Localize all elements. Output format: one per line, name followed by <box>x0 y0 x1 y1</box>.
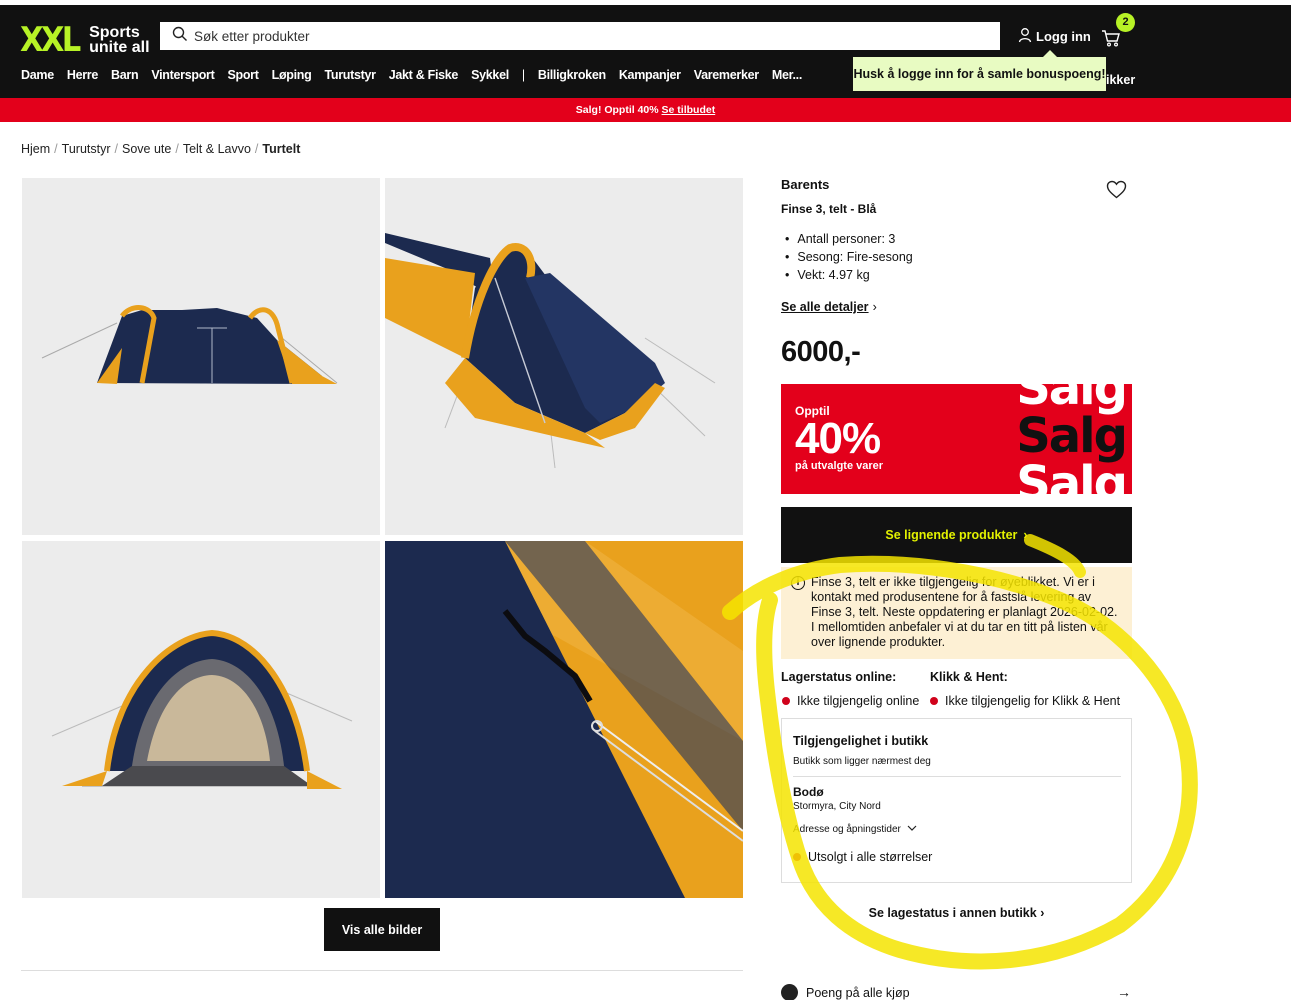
breadcrumb: Hjem / Turutstyr / Sove ute / Telt & Lavvo / Tur… <box>21 142 300 156</box>
info-icon: i <box>791 576 805 590</box>
chevron-right-icon: › <box>1023 528 1028 542</box>
login-label: Logg inn <box>1036 29 1091 44</box>
breadcrumb-separator: / <box>54 142 58 156</box>
cart-count-badge: 2 <box>1116 13 1135 32</box>
promo-text: Salg! Opptil 40% <box>575 104 659 116</box>
product-image-1[interactable] <box>22 178 380 535</box>
product-image-2[interactable] <box>385 178 743 535</box>
status-dot <box>930 697 938 705</box>
breadcrumb-link[interactable]: Sove ute <box>122 142 171 156</box>
sale-word: Salg <box>1016 408 1128 464</box>
cart-icon[interactable] <box>1100 27 1122 49</box>
xxl-logo[interactable]: XXL Sports unite all <box>20 23 150 57</box>
similar-button-label: Se lignende produkter <box>885 528 1018 542</box>
nav-item[interactable]: Kampanjer <box>619 68 681 82</box>
status-dot <box>782 697 790 705</box>
breadcrumb-link[interactable]: Telt & Lavvo <box>183 142 251 156</box>
heart-icon[interactable] <box>1106 180 1127 204</box>
login-button[interactable]: Logg inn <box>1018 27 1091 46</box>
product-specs: Antall personer: 3 Sesong: Fire-sesong V… <box>781 230 913 284</box>
nav-item[interactable]: Jakt & Fiske <box>389 68 459 82</box>
breadcrumb-separator: / <box>254 142 259 156</box>
nav-item[interactable]: Vintersport <box>151 68 214 82</box>
nav-item[interactable]: Sport <box>227 68 258 82</box>
divider <box>21 970 743 971</box>
search-bar[interactable] <box>160 22 1000 50</box>
spec-item: Sesong: Fire-sesong <box>781 248 912 266</box>
nav-item[interactable]: Billigkroken <box>538 68 606 82</box>
online-stock-label: Lagerstatus online: <box>781 670 897 684</box>
chevron-right-icon: › <box>1040 906 1045 920</box>
nav-item[interactable]: Turutstyr <box>324 68 376 82</box>
nav-item[interactable]: Dame <box>21 68 54 82</box>
promo-bar: Salg! Opptil 40% Se tilbudet <box>0 98 1291 122</box>
show-all-images-button[interactable]: Vis alle bilder <box>324 908 440 951</box>
notice-text: Finse 3, telt er ikke tilgjengelig for ø… <box>811 575 1118 649</box>
arrow-right-icon[interactable]: → <box>1117 984 1131 1000</box>
points-row[interactable]: Poeng på alle kjøp <box>781 984 910 1000</box>
logo-tagline: Sports unite all <box>89 24 150 56</box>
nav-item[interactable]: Løping <box>272 68 312 82</box>
online-stock-value: Ikke tilgjengelig online <box>797 694 920 708</box>
other-store-label: Se lagestatus i annen butikk <box>868 906 1037 920</box>
user-icon <box>1018 27 1032 46</box>
chevron-down-icon <box>901 824 917 835</box>
spec-item: Vekt: 4.97 kg <box>781 266 913 284</box>
points-label: Poeng på alle kjøp <box>806 985 910 1000</box>
chevron-right-icon: › <box>872 300 877 314</box>
sale-banner-text: Opptil 40% på utvalgte varer <box>795 404 883 472</box>
breadcrumb-current: Turtelt <box>262 142 301 156</box>
product-image-4[interactable] <box>385 541 743 898</box>
sale-percent: 40% <box>795 414 881 463</box>
points-icon <box>781 984 798 1000</box>
breadcrumb-link[interactable]: Hjem <box>21 142 50 156</box>
store-stock-status: Utsolgt i alle størrelser <box>793 850 932 864</box>
logo-line-2: unite all <box>89 39 150 56</box>
nav-item[interactable]: Herre <box>67 68 98 82</box>
promo-link[interactable]: Se tilbudet <box>662 104 716 116</box>
logo-mark: XXL <box>20 20 81 60</box>
product-image-3[interactable] <box>22 541 380 898</box>
search-input[interactable] <box>194 28 974 44</box>
store-availability-title: Tilgjengelighet i butikk <box>793 734 929 748</box>
search-icon <box>172 26 188 47</box>
store-stock-text: Utsolgt i alle størrelser <box>808 850 933 864</box>
click-collect-label: Klikk & Hent: <box>930 670 1008 684</box>
store-city: Bodø <box>793 785 824 799</box>
status-dot <box>793 853 801 861</box>
nav-item-truncated[interactable]: ikker <box>1106 73 1135 87</box>
store-hours-toggle[interactable]: Adresse og åpningstider <box>793 824 917 835</box>
click-collect-value: Ikke tilgjengelig for Klikk & Hent <box>945 694 1121 708</box>
breadcrumb-link[interactable]: Turutstyr <box>62 142 111 156</box>
nav-item[interactable]: Mer... <box>772 68 802 82</box>
spec-item: Antall personer: 3 <box>781 230 913 248</box>
product-name: Finse 3, telt - Blå <box>781 202 877 216</box>
breadcrumb-separator: / <box>175 142 179 156</box>
nav-separator: | <box>521 68 525 82</box>
login-reminder-tooltip: Husk å logge inn for å samle bonuspoeng! <box>853 50 1106 91</box>
sale-subtext: på utvalgte varer <box>795 460 884 472</box>
breadcrumb-separator: / <box>114 142 118 156</box>
details-link-label: Se alle detaljer <box>781 300 869 314</box>
store-availability-box: Tilgjengelighet i butikk Butikk som ligg… <box>781 718 1132 883</box>
other-store-stock-link[interactable]: Se lagestatus i annen butikk › <box>781 906 1132 920</box>
see-all-details-link[interactable]: Se alle detaljer › <box>781 300 877 314</box>
nav-item[interactable]: Varemerker <box>694 68 759 82</box>
nav-item[interactable]: Barn <box>111 68 139 82</box>
store-address: Stormyra, City Nord <box>793 801 881 812</box>
sale-word: Salg <box>1016 456 1128 494</box>
sale-banner[interactable]: Opptil 40% på utvalgte varer Salg Salg S… <box>781 384 1132 494</box>
product-brand[interactable]: Barents <box>781 177 829 192</box>
nav-item[interactable]: Sykkel <box>471 68 509 82</box>
availability-notice: i Finse 3, telt er ikke tilgjengelig for… <box>781 567 1132 659</box>
main-nav: Dame Herre Barn Vintersport Sport Løping Turut… <box>21 68 815 82</box>
store-availability-subtitle: Butikk som ligger nærmest deg <box>793 756 931 767</box>
logo-line-1: Sports <box>89 24 140 41</box>
product-price: 6000,- <box>781 336 861 368</box>
see-similar-products-button[interactable]: Se lignende produkter › <box>781 507 1132 563</box>
store-hours-label: Adresse og åpningstider <box>793 824 901 835</box>
divider <box>793 776 1121 777</box>
